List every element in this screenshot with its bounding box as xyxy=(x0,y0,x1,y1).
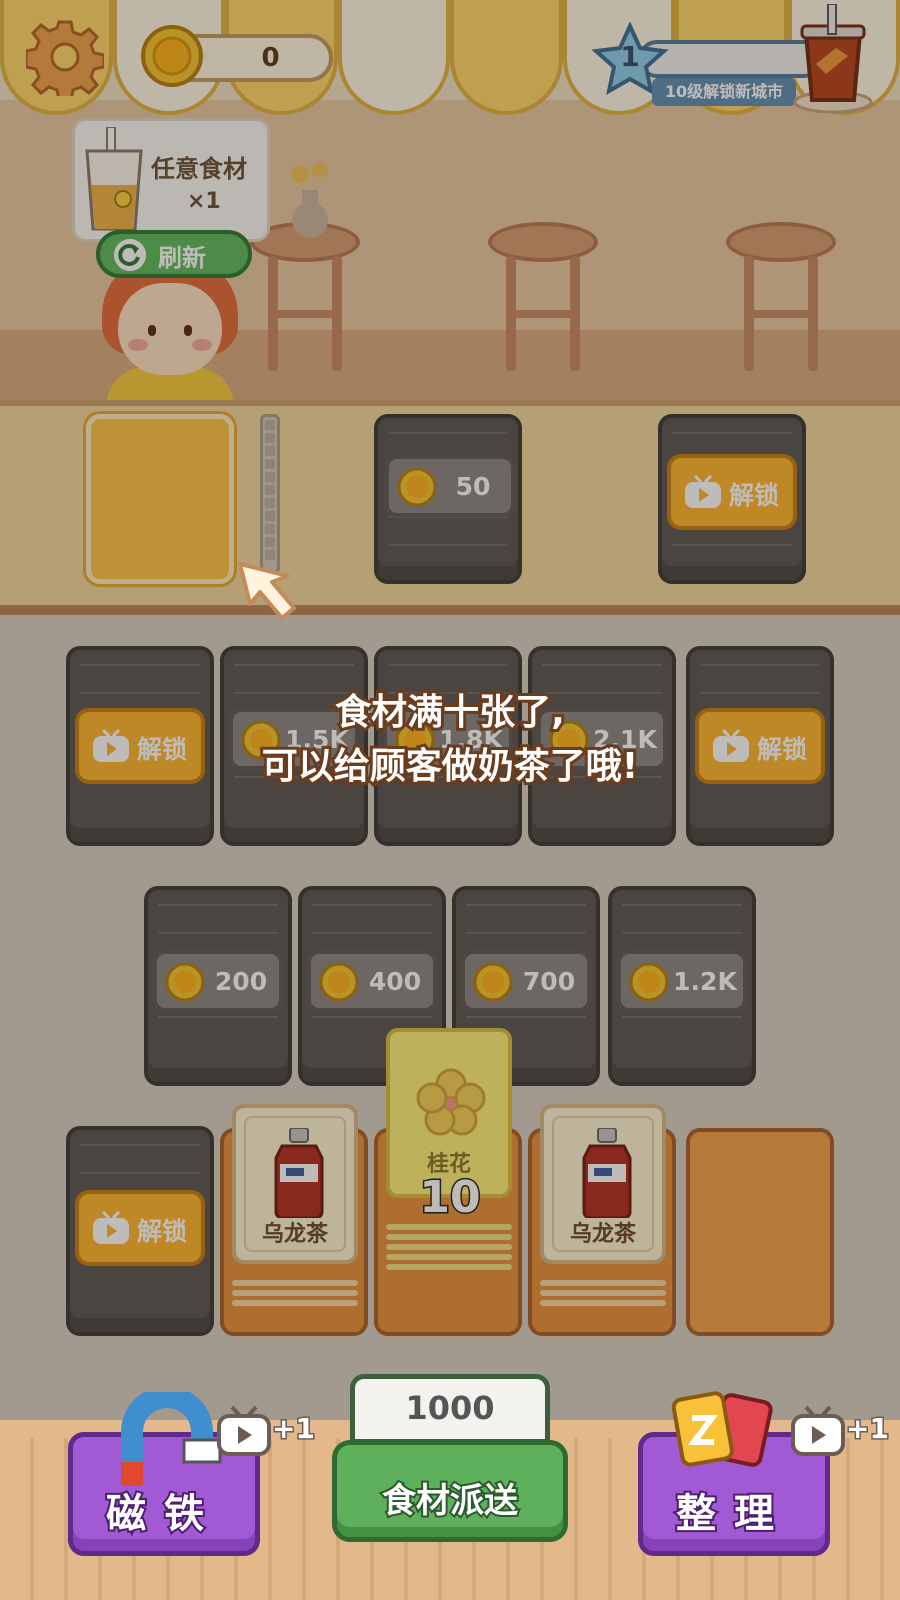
video-ad-icon xyxy=(217,1405,271,1456)
milk-tea-icon xyxy=(85,127,143,231)
dispatch-cost-value: 1000 xyxy=(405,1389,495,1427)
stack-edge xyxy=(540,1290,666,1296)
video-ad-icon xyxy=(685,474,721,508)
counter-slot-active[interactable] xyxy=(86,414,234,584)
board-price-tag[interactable]: 1.2K xyxy=(617,950,747,1012)
stool xyxy=(250,222,360,372)
refresh-order-button[interactable]: 刷新 xyxy=(96,230,252,278)
board-price-tag[interactable]: 700 xyxy=(461,950,591,1012)
board-price-tag[interactable]: 200 xyxy=(153,950,283,1012)
magnet-bonus-count: +1 xyxy=(271,1411,317,1447)
tutorial-pointer-hand-icon xyxy=(238,562,296,620)
dispatch-label: 食材派送 xyxy=(380,1479,520,1523)
magnet-icon xyxy=(121,1392,222,1486)
order-item-quantity: ×1 xyxy=(187,189,221,214)
tutorial-tip-line2: 可以给顾客做奶茶了哦! xyxy=(259,743,641,790)
board-slot-empty[interactable] xyxy=(686,1128,834,1336)
unlock-label: 解锁 xyxy=(137,1217,188,1246)
sort-bonus-badge: +1 xyxy=(790,1404,890,1464)
flower-vase xyxy=(291,162,328,238)
order-card: 任意食材 ×1 xyxy=(72,118,270,242)
milk-tea-cup-icon[interactable] xyxy=(792,4,874,116)
stool xyxy=(488,222,598,372)
coin-icon xyxy=(141,25,203,87)
sort-cards-icon xyxy=(671,1391,773,1467)
coin-icon xyxy=(629,962,669,1002)
oolong-tea-bottle-icon xyxy=(274,1128,324,1218)
level-unlock-tip: 10级解锁新城市 xyxy=(652,78,796,106)
stack-edge xyxy=(386,1254,512,1260)
stool xyxy=(726,222,836,372)
board-unlock-button[interactable]: 解锁 xyxy=(75,1190,205,1266)
counter-slot-price-tag[interactable]: 50 xyxy=(385,455,515,517)
ingredient-name: 乌龙茶 xyxy=(261,1222,328,1247)
price-value: 400 xyxy=(368,967,422,996)
coin-amount: 0 xyxy=(261,43,280,73)
level-number: 1 xyxy=(620,40,640,73)
tutorial-tip-line1: 食材满十张了, xyxy=(332,689,568,736)
stack-edge xyxy=(540,1280,666,1286)
price-value: 1.2K xyxy=(673,967,737,996)
board-price-tag[interactable]: 400 xyxy=(307,950,437,1012)
price-value: 200 xyxy=(214,967,268,996)
stack-edge xyxy=(232,1300,358,1306)
refresh-icon xyxy=(114,239,146,271)
price-value: 50 xyxy=(455,472,491,501)
stack-edge xyxy=(540,1300,666,1306)
stack-edge xyxy=(386,1264,512,1270)
ingredient-name: 乌龙茶 xyxy=(569,1222,636,1247)
stack-edge xyxy=(386,1244,512,1250)
magnet-bonus-badge: +1 xyxy=(216,1404,316,1464)
price-value: 700 xyxy=(522,967,576,996)
tutorial-tip: 食材满十张了, 可以给顾客做奶茶了哦! xyxy=(100,686,800,794)
stack-edge xyxy=(232,1280,358,1286)
oolong-tea-bottle-icon xyxy=(582,1128,632,1218)
ingredient-dispatch-button[interactable]: 食材派送 xyxy=(332,1440,568,1542)
sort-bonus-count: +1 xyxy=(845,1411,891,1447)
stack-count: 10 xyxy=(418,1171,482,1225)
stack-edge xyxy=(386,1234,512,1240)
video-ad-icon xyxy=(93,1210,129,1244)
osmanthus-flower-icon xyxy=(416,1068,486,1136)
unlock-label: 解锁 xyxy=(729,481,780,510)
stack-edge xyxy=(232,1290,358,1296)
refresh-label: 刷新 xyxy=(158,244,206,272)
coin-icon xyxy=(397,467,437,507)
counter-slot-unlock-button[interactable]: 解锁 xyxy=(667,454,797,530)
video-ad-icon xyxy=(791,1405,845,1456)
coin-icon xyxy=(319,962,359,1002)
coin-icon xyxy=(165,962,205,1002)
order-item-name: 任意食材 xyxy=(151,155,247,183)
coin-icon xyxy=(473,962,513,1002)
dispatch-cost: 1000 xyxy=(350,1374,550,1444)
stack-edge xyxy=(386,1224,512,1230)
ingredient-card-oolong[interactable]: 乌龙茶 xyxy=(232,1104,358,1264)
settings-gear-icon[interactable] xyxy=(26,18,104,96)
sort-label: 整理 xyxy=(674,1489,792,1539)
slot-capacity-meter xyxy=(260,414,280,574)
ingredient-card-oolong[interactable]: 乌龙茶 xyxy=(540,1104,666,1264)
